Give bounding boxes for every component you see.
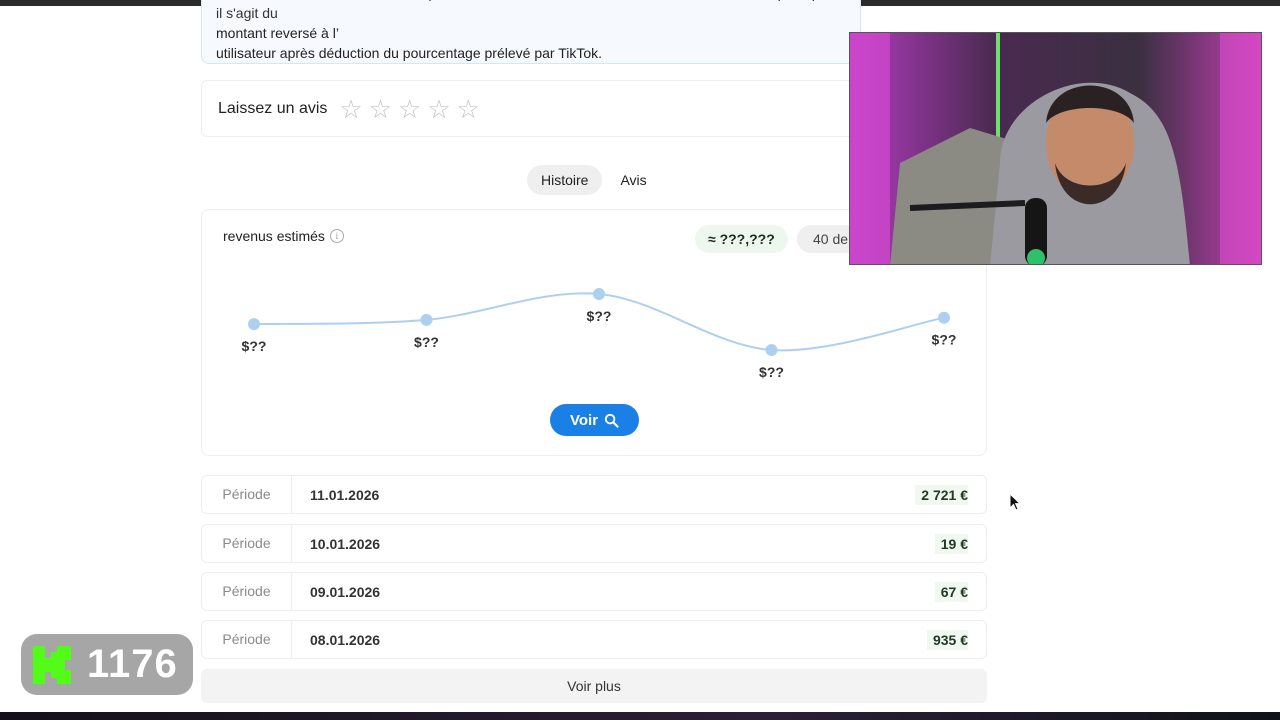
period-label: Période — [202, 525, 292, 562]
star-icon[interactable]: ☆ — [339, 96, 362, 122]
webcam-scene — [850, 33, 1261, 264]
period-value: 935 € — [926, 629, 968, 650]
star-icon[interactable]: ☆ — [398, 96, 421, 122]
counter-value: 1176 — [87, 642, 178, 686]
period-row[interactable]: Période 08.01.2026 935 € — [201, 620, 987, 659]
period-row[interactable]: Période 10.01.2026 19 € — [201, 524, 987, 563]
data-point[interactable] — [938, 311, 950, 324]
voir-button-label: Voir — [569, 411, 599, 429]
mouse-cursor-icon — [1009, 493, 1021, 511]
info-text-line-3: utilisateur après déduction du pourcenta… — [216, 45, 603, 61]
review-card: Laissez un avis ☆ ☆ ☆ ☆ ☆ — [201, 80, 861, 137]
revenue-info-box: Estimation des revenus de TikTok provena… — [201, 0, 861, 64]
star-icon[interactable]: ☆ — [427, 96, 450, 122]
info-text-line-2: montant reversé à l’ — [216, 25, 339, 41]
rating-stars: ☆ ☆ ☆ ☆ ☆ — [339, 96, 480, 122]
search-icon — [604, 413, 619, 428]
period-label: Période — [202, 476, 292, 513]
voir-button[interactable]: Voir — [550, 404, 639, 436]
period-date: 11.01.2026 — [310, 486, 380, 503]
data-label: $?? — [932, 332, 957, 348]
data-label: $?? — [414, 334, 439, 350]
period-label: Période — [202, 573, 292, 610]
period-row[interactable]: Période 11.01.2026 2 721 € — [201, 475, 987, 514]
data-point[interactable] — [420, 313, 433, 326]
period-value: 2 721 € — [915, 484, 968, 505]
tab-avis[interactable]: Avis — [606, 165, 660, 195]
history-tabs: Histoire Avis — [527, 165, 661, 195]
period-value: 67 € — [934, 581, 968, 602]
data-point[interactable] — [248, 318, 260, 331]
period-date: 09.01.2026 — [310, 583, 381, 600]
period-label: Période — [202, 621, 292, 658]
data-point[interactable] — [593, 288, 605, 300]
period-row[interactable]: Période 09.01.2026 67 € — [201, 572, 987, 611]
period-date: 08.01.2026 — [310, 631, 381, 648]
period-value: 19 € — [934, 533, 968, 554]
star-icon[interactable]: ☆ — [369, 96, 392, 122]
data-label: $?? — [759, 364, 784, 380]
review-label: Laissez un avis — [218, 99, 328, 117]
kick-logo-icon — [33, 645, 71, 684]
star-icon[interactable]: ☆ — [457, 96, 480, 122]
period-date: 10.01.2026 — [310, 535, 381, 552]
data-label: $?? — [587, 308, 612, 324]
info-text-line-1: Estimation des revenus de TikTok provena… — [216, 0, 845, 21]
data-point[interactable] — [765, 344, 778, 356]
follower-counter: 1176 — [21, 634, 193, 695]
voir-plus-button[interactable]: Voir plus — [201, 669, 987, 703]
data-label: $?? — [242, 338, 267, 354]
webcam-overlay — [849, 32, 1262, 265]
taskbar-edge — [0, 712, 1280, 720]
tab-histoire[interactable]: Histoire — [527, 165, 603, 195]
